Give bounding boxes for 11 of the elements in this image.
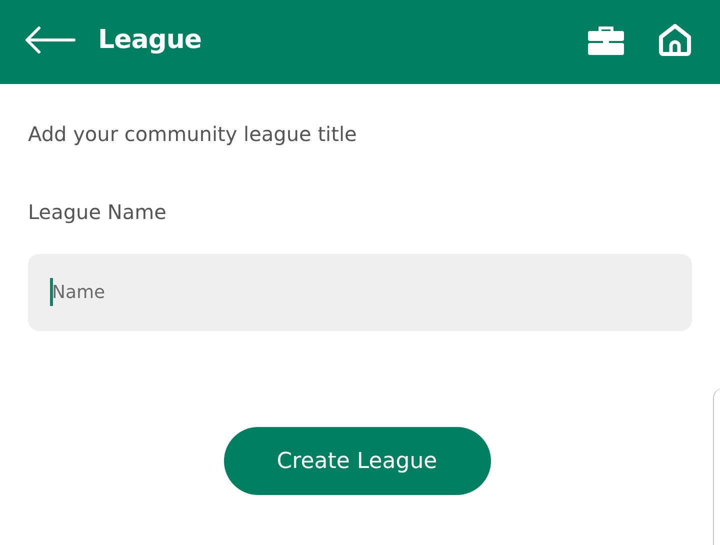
back-button[interactable] <box>24 26 76 54</box>
name-field[interactable]: Name <box>28 254 692 331</box>
intro-text: Add your community league title <box>28 121 358 148</box>
briefcase-button[interactable] <box>588 25 624 55</box>
create-league-button[interactable]: Create League <box>224 427 490 495</box>
field-label: League Name <box>28 199 168 226</box>
home-icon <box>658 24 692 56</box>
briefcase-icon <box>588 25 624 55</box>
back-arrow-icon <box>24 26 76 54</box>
home-button[interactable] <box>658 24 692 56</box>
page-title: League <box>98 25 203 55</box>
